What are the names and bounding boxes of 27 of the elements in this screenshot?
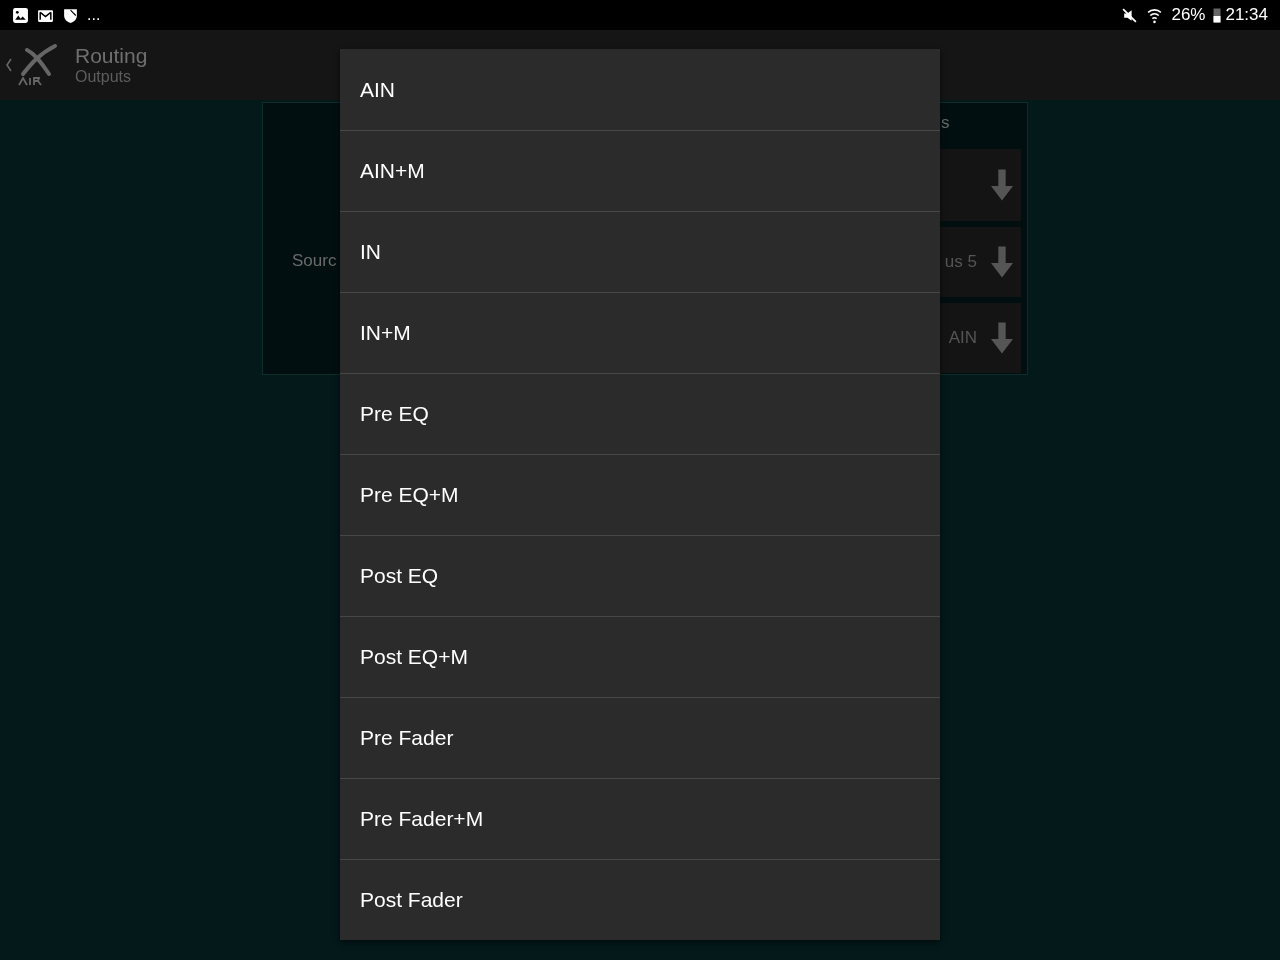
shield-icon	[62, 6, 79, 24]
dropdown-option[interactable]: Post EQ+M	[340, 616, 940, 697]
clock: 21:34	[1225, 5, 1268, 25]
header-subtitle: Outputs	[75, 68, 133, 86]
dropdown-option[interactable]: Pre EQ	[340, 373, 940, 454]
dropdown-option[interactable]: Post Fader	[340, 859, 940, 940]
battery-percent: 26%	[1171, 5, 1206, 25]
back-icon[interactable]	[5, 56, 13, 74]
battery-icon	[1213, 7, 1222, 23]
down-arrow-icon	[991, 322, 1013, 354]
dropdown-option[interactable]: AIN+M	[340, 130, 940, 211]
header-title: Routing	[75, 44, 148, 68]
down-arrow-icon	[991, 169, 1013, 201]
dropdown-option[interactable]: AIN	[340, 49, 940, 130]
dropdown-option[interactable]: IN+M	[340, 292, 940, 373]
source-label: Sourc	[292, 251, 337, 271]
down-arrow-icon	[991, 246, 1013, 278]
dropdown-option[interactable]: Pre EQ+M	[340, 454, 940, 535]
notification-more: ...	[87, 6, 101, 24]
column-label: s	[940, 113, 951, 134]
mute-icon	[1121, 6, 1139, 24]
dropdown-option[interactable]: Post EQ	[340, 535, 940, 616]
dropdown-option[interactable]: IN	[340, 211, 940, 292]
wifi-icon	[1146, 6, 1164, 24]
dropdown-option[interactable]: Pre Fader+M	[340, 778, 940, 859]
dropdown-option[interactable]: Pre Fader	[340, 697, 940, 778]
gallery-icon	[12, 6, 29, 24]
